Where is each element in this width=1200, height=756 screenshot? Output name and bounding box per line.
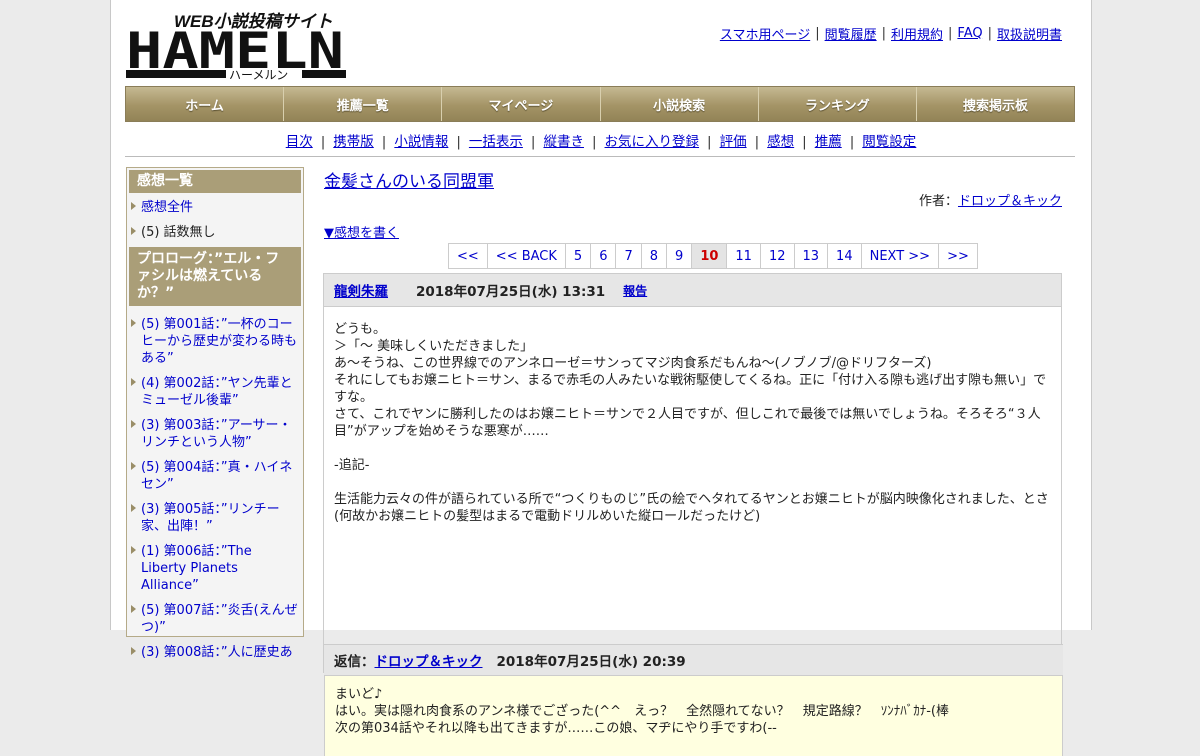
comment-line: 生活能力云々の件が語られている所で“つくりものじ”氏の絵でヘタれてるヤンとお嬢ニ…	[334, 492, 1049, 524]
subnav-mobile[interactable]: 携帯版	[333, 134, 374, 150]
nav-search-board[interactable]: 捜索掲示板	[916, 87, 1075, 121]
pager-page[interactable]: 8	[642, 244, 668, 268]
pager-page[interactable]: 11	[727, 244, 761, 268]
sidebar-item-all-comments[interactable]: 感想全件	[129, 197, 301, 218]
sidebar-chapter-item[interactable]: (1) 第006話：”The Liberty Planets Alliance”	[129, 541, 301, 596]
history-link[interactable]: 閲覧履歴	[825, 24, 877, 43]
sidebar-chapter-item[interactable]: (3) 第003話：”アーサー・リンチという人物”	[129, 415, 301, 453]
pager-last[interactable]: >>	[939, 244, 977, 268]
pagination: << << BACK 5 6 7 8 9 10 11 12 13 14 NEXT…	[448, 243, 978, 269]
sidebar-chapter-item[interactable]: (4) 第002話：”ヤン先輩とミューゼル後輩”	[129, 373, 301, 411]
reply-line: はい。実は隠れ肉食系のアンネ様でござった(^^ えっ？ 全然隠れてない？ 規定路…	[335, 704, 949, 719]
comment-header: 龍剣朱羅 2018年07月25日(水) 13:31 報告	[324, 274, 1061, 307]
comment-line: どうも。	[334, 322, 387, 337]
arrow-icon	[131, 647, 136, 655]
arrow-icon	[131, 202, 136, 210]
sidebar-chapter-item[interactable]: (5) 第007話：”炎舌(えんぜつ)”	[129, 600, 301, 638]
subnav-comments[interactable]: 感想	[767, 134, 794, 150]
comment-line: -追記-	[334, 458, 370, 473]
pager-back[interactable]: << BACK	[488, 244, 566, 268]
author-link[interactable]: ドロップ＆キック	[958, 194, 1062, 209]
reply-header: 返信： ドロップ＆キック 2018年07月25日(水) 20:39	[324, 644, 1063, 676]
manual-link[interactable]: 取扱説明書	[997, 24, 1062, 43]
page-container: WEB小説投稿サイト HAMELN ハーメルン スマホ用ページ | 閲覧履歴 |…	[110, 0, 1092, 756]
sidebar-item-no-chapter: (5) 話数無し	[129, 222, 301, 243]
reply-line: まいど♪	[335, 687, 383, 702]
smartphone-page-link[interactable]: スマホ用ページ	[720, 24, 810, 43]
nav-novel-search[interactable]: 小説検索	[600, 87, 759, 121]
reply-line: 次の第034話やそれ以降も出てきますが……この娘、マヂにやり手ですわ(--	[335, 721, 777, 736]
sidebar-heading: 感想一覧	[129, 170, 301, 193]
reply-date: 2018年07月25日(水) 20:39	[496, 654, 686, 670]
pager-page[interactable]: 6	[591, 244, 617, 268]
subnav-recommend[interactable]: 推薦	[815, 134, 842, 150]
comment-box: 龍剣朱羅 2018年07月25日(水) 13:31 報告 どうも。 ＞「～ 美味…	[323, 273, 1063, 756]
arrow-icon	[131, 462, 136, 470]
arrow-icon	[131, 504, 136, 512]
arrow-icon	[131, 319, 136, 327]
comment-date: 2018年07月25日(水) 13:31	[416, 284, 606, 300]
comment-body: どうも。 ＞「～ 美味しくいただきました」 あ～そうね、この世界線でのアンネロー…	[324, 307, 1061, 525]
pager-next[interactable]: NEXT >>	[862, 244, 940, 268]
comment-author-link[interactable]: 龍剣朱羅	[334, 280, 388, 300]
reply-label: 返信：	[334, 654, 375, 670]
comment-line: それにしてもお嬢ニヒト＝サン、まるで赤毛の人みたいな戦術駆使してくるね。正に「付…	[334, 373, 1047, 405]
pager-page[interactable]: 9	[667, 244, 693, 268]
comment-line: ＞「～ 美味しくいただきました」	[334, 339, 534, 354]
pager-current-page: 10	[692, 244, 728, 268]
pager-page[interactable]: 13	[795, 244, 829, 268]
report-link[interactable]: 報告	[623, 282, 647, 299]
comment-line: あ～そうね、この世界線でのアンネローゼ＝サンってマジ肉食系だもんね～(ノブノブ/…	[334, 356, 932, 371]
subnav-show-all[interactable]: 一括表示	[469, 134, 523, 150]
arrow-icon	[131, 227, 136, 235]
sidebar-chapter-item[interactable]: (3) 第008話：”人に歴史あ	[129, 642, 301, 663]
terms-link[interactable]: 利用規約	[891, 24, 943, 43]
sidebar-chapter-item[interactable]: (3) 第005話：”リンチー家、出陣！”	[129, 499, 301, 537]
sidebar-chapter-item[interactable]: (5) 第004話：”真・ハイネセン”	[129, 457, 301, 495]
pager-page[interactable]: 7	[616, 244, 642, 268]
subnav-favorite[interactable]: お気に入り登録	[605, 134, 700, 150]
subnav-novel-info[interactable]: 小説情報	[394, 134, 448, 150]
arrow-icon	[131, 546, 136, 554]
pager-page[interactable]: 5	[566, 244, 592, 268]
comment-line: さて、これでヤンに勝利したのはお嬢ニヒト＝サンで２人目ですが、但しこれで最後では…	[334, 407, 1041, 439]
reply-body: まいど♪ はい。実は隠れ肉食系のアンネ様でござった(^^ えっ？ 全然隠れてない…	[324, 676, 1063, 756]
subnav-view-settings[interactable]: 閲覧設定	[862, 134, 916, 150]
nav-ranking[interactable]: ランキング	[758, 87, 917, 121]
divider	[125, 156, 1075, 157]
sub-nav: 目次 | 携帯版 | 小説情報 | 一括表示 | 縦書き | お気に入り登録 | 評価 | 感想 | 推薦 | 閲覧…	[285, 134, 917, 150]
nav-home[interactable]: ホーム	[126, 87, 285, 121]
main-nav: ホーム 推薦一覧 マイページ 小説検索 ランキング 捜索掲示板	[125, 86, 1075, 122]
subnav-toc[interactable]: 目次	[286, 134, 313, 150]
author-line: 作者：ドロップ＆キック	[919, 190, 1062, 209]
arrow-icon	[131, 420, 136, 428]
sidebar-chapter-item[interactable]: (5) 第001話：”一杯のコーヒーから歴史が変わる時もある”	[129, 314, 301, 369]
hameln-logo[interactable]: WEB小説投稿サイト HAMELN ハーメルン	[126, 10, 346, 80]
pager-page[interactable]: 14	[828, 244, 862, 268]
subnav-vertical[interactable]: 縦書き	[543, 134, 584, 150]
sidebar-section-heading: プロローグ：”エル・ファシルは燃えているか？”	[129, 247, 301, 306]
reply-author-link[interactable]: ドロップ＆キック	[375, 650, 483, 670]
logo-subtitle: ハーメルン	[229, 68, 288, 80]
nav-recommendations[interactable]: 推薦一覧	[284, 87, 443, 121]
write-comment-link[interactable]: ▼感想を書く	[324, 222, 399, 241]
arrow-icon	[131, 378, 136, 386]
top-links: スマホ用ページ | 閲覧履歴 | 利用規約 | FAQ | 取扱説明書	[719, 24, 1062, 43]
pager-page[interactable]: 12	[761, 244, 795, 268]
sidebar: 感想一覧 感想全件 (5) 話数無し プロローグ：”エル・ファシルは燃えているか…	[126, 167, 304, 660]
subnav-rating[interactable]: 評価	[720, 134, 747, 150]
novel-title-link[interactable]: 金髪さんのいる同盟軍	[324, 167, 494, 192]
pager-first[interactable]: <<	[449, 244, 488, 268]
nav-mypage[interactable]: マイページ	[442, 87, 601, 121]
author-label: 作者：	[918, 194, 958, 209]
faq-link[interactable]: FAQ	[957, 26, 982, 41]
arrow-icon	[131, 605, 136, 613]
